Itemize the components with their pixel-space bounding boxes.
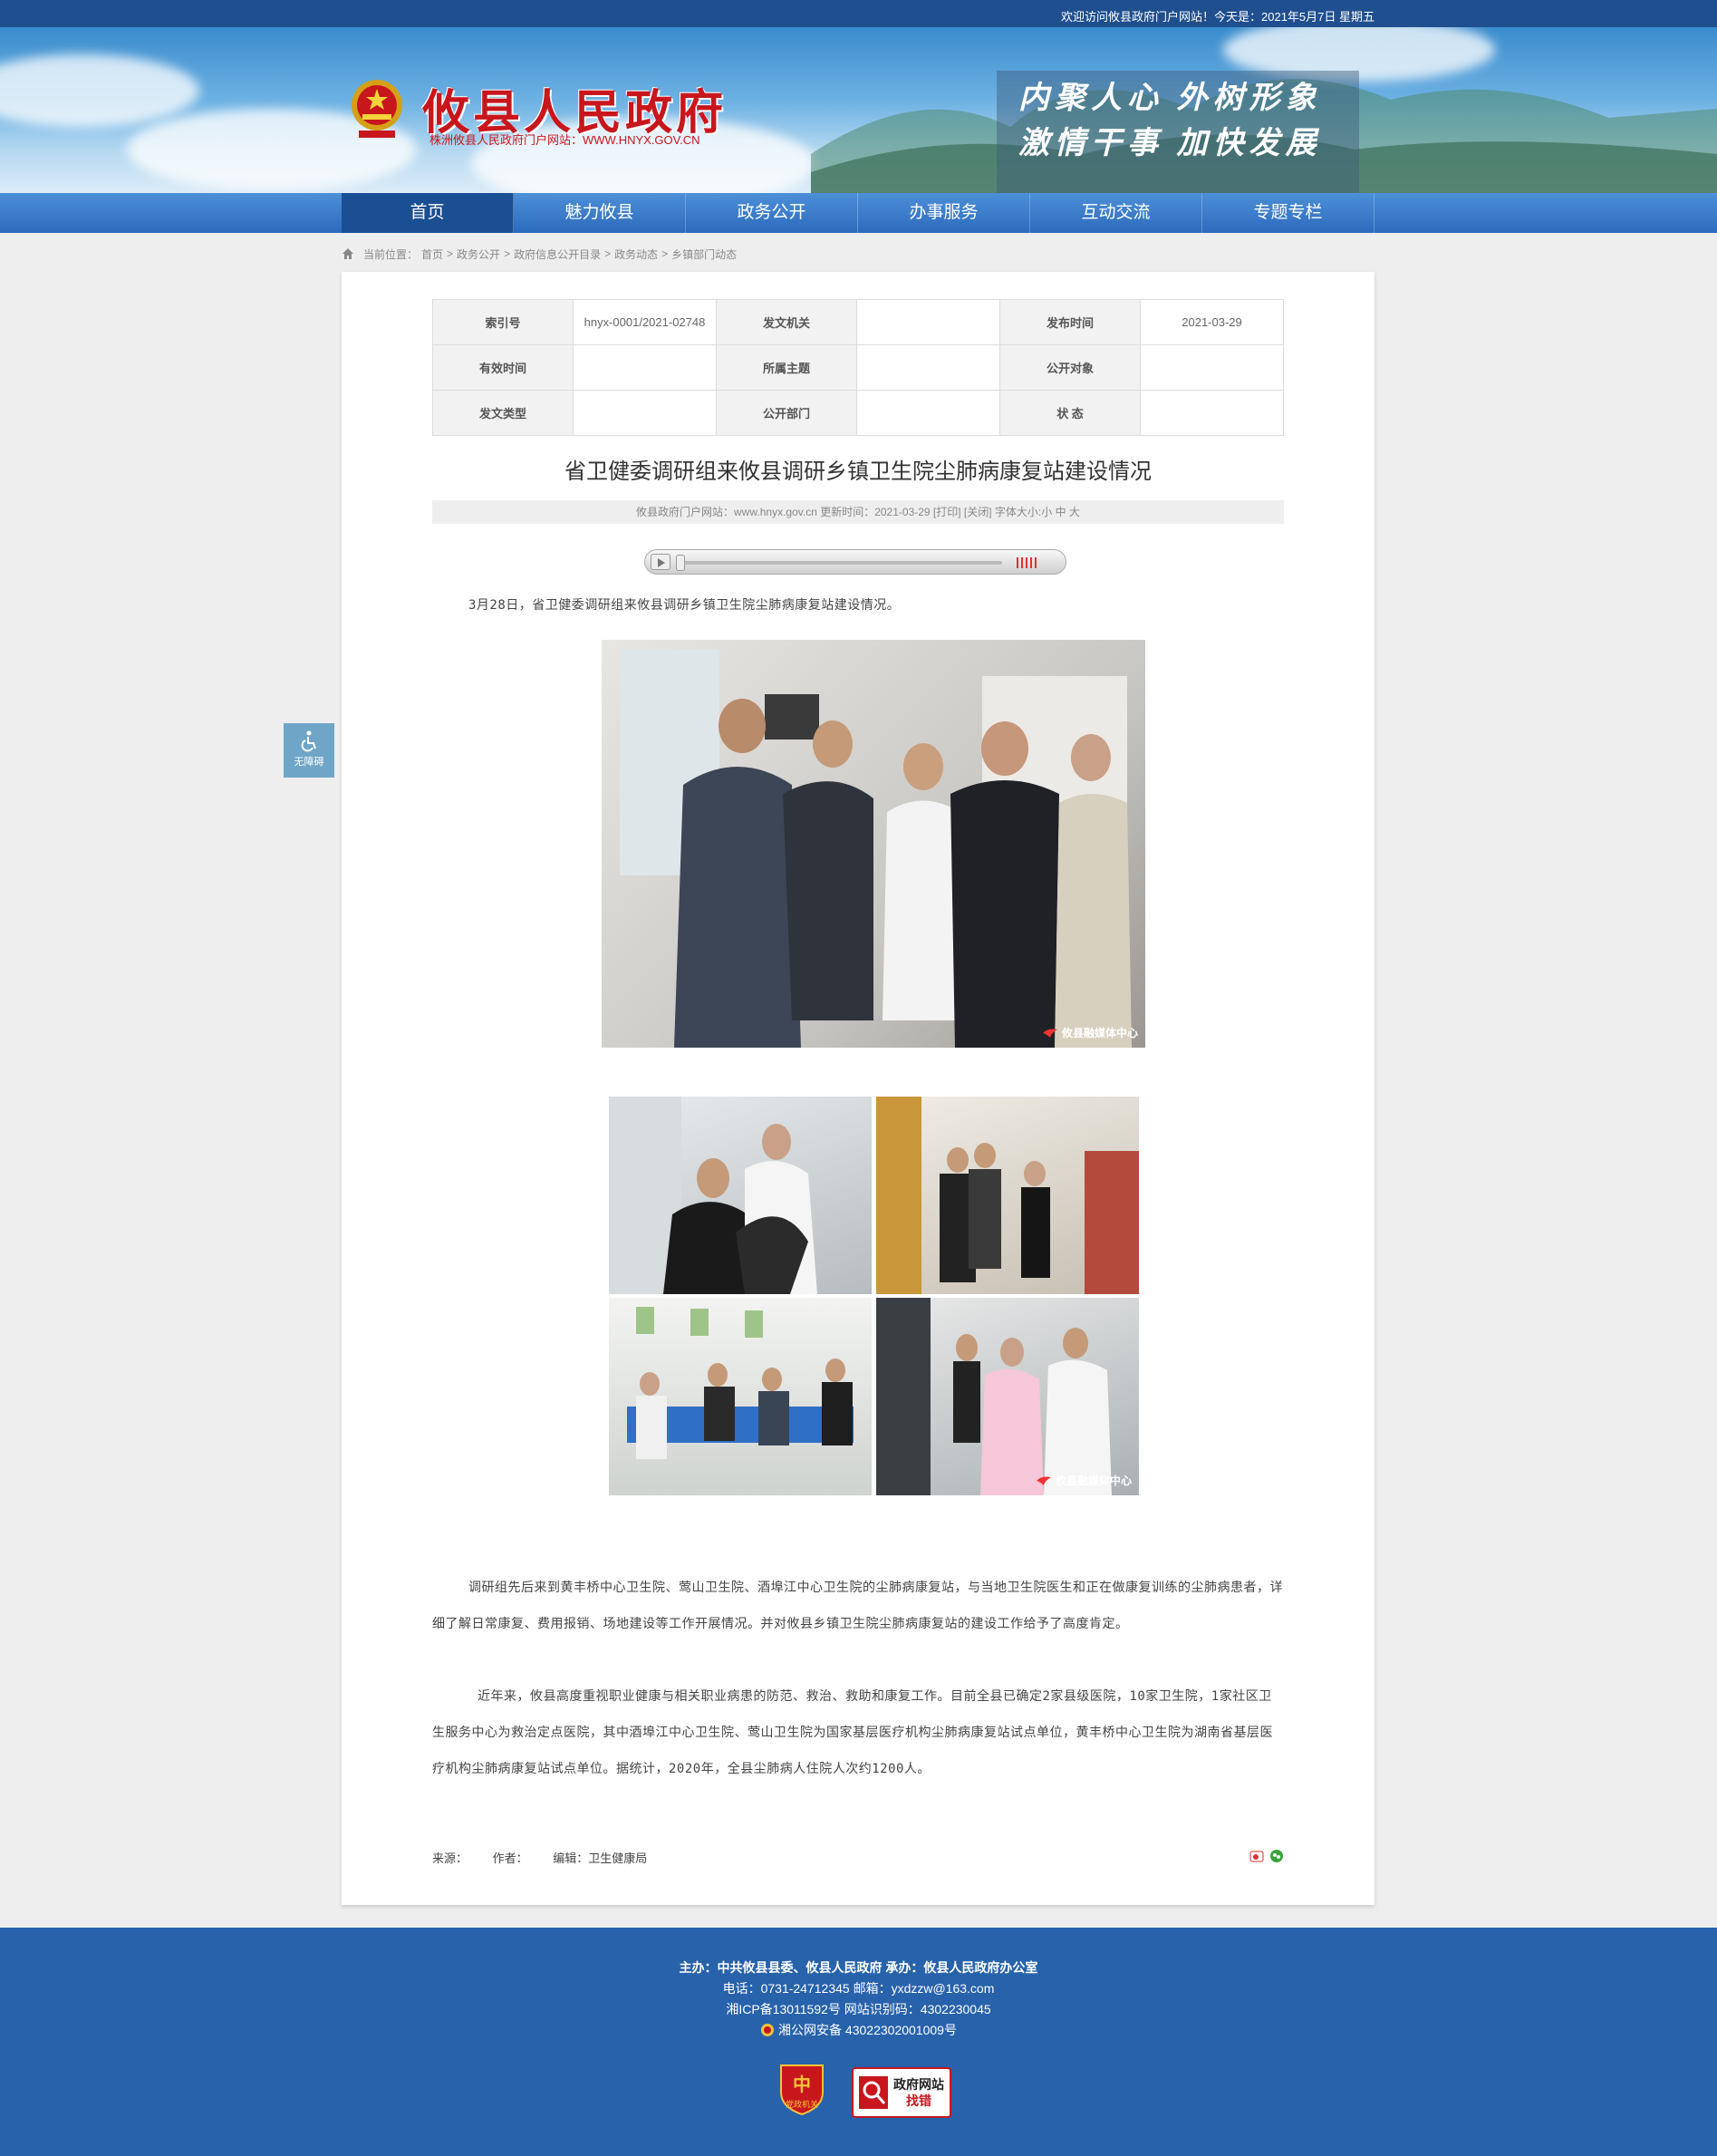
breadcrumb-sep: > [504,247,511,260]
party-gov-badge-text: 党政机关 [785,2100,818,2109]
nav-item-interaction[interactable]: 互动交流 [1030,193,1202,233]
breadcrumb-sep: > [661,247,669,260]
article-photo: 攸县融媒体中心 [602,640,1145,1048]
meta-value [1140,390,1284,436]
meta-label: 发文机关 [716,299,857,345]
nav-item-charm[interactable]: 魅力攸县 [514,193,686,233]
weibo-share-icon[interactable] [1249,1849,1264,1863]
breadcrumb-link[interactable]: 政务动态 [614,247,658,262]
meta-label: 发文类型 [432,390,574,436]
progress-track[interactable] [676,561,1002,565]
site-footer: 主办：中共攸县县委、攸县人民政府 承办：攸县人民政府办公室 电话：0731-24… [0,1928,1717,2156]
watermark-text: 攸县融媒体中心 [1055,1474,1132,1487]
accessibility-button[interactable]: 无障碍 [284,723,334,778]
gov-site-error-report-badge[interactable]: 政府网站 找错 [852,2067,951,2118]
photo-clinic-consultation [876,1298,1112,1495]
article-title: 省卫健委调研组来攸县调研乡镇卫生院尘肺病康复站建设情况 [564,459,1152,484]
footer-police-record[interactable]: 湘公网安备 43022302001009号 [0,2021,1717,2039]
police-record-text: 湘公网安备 43022302001009号 [778,2023,957,2037]
meta-value: 2021-03-29 [1140,299,1284,345]
meta-value: hnyx-0001/2021-02748 [573,299,717,345]
source-label: 来源： [432,1851,468,1865]
party-gov-badge[interactable]: 中 党政机关 [777,2062,826,2116]
site-subtitle: 株洲攸县人民政府门户网站：WWW.HNYX.GOV.CN [429,133,700,147]
article-card: 索引号 hnyx-0001/2021-02748 发文机关 发布时间 2021-… [342,272,1375,1905]
meta-label: 索引号 [432,299,574,345]
cloud-decoration [0,54,199,127]
article-paragraph: 3月28日，省卫健委调研组来攸县调研乡镇卫生院尘肺病康复站建设情况。 [468,598,901,613]
article-photo [609,1097,872,1294]
meta-value [573,344,717,391]
article-info-bar: 攸县政府门户网站：www.hnyx.gov.cn 更新时间：2021-03-29… [432,500,1284,524]
article-photo [609,1298,872,1495]
top-bar: 欢迎访问攸县政府门户网站！今天是：2021年5月7日 星期五 [0,0,1717,27]
main-nav: 首页 魅力攸县 政务公开 办事服务 互动交流 专题专栏 [0,193,1717,233]
police-badge-icon [761,2024,775,2036]
photo-people-meeting [620,649,1132,1048]
breadcrumb-link[interactable]: 政务公开 [457,247,500,262]
svg-text:中: 中 [793,2074,811,2095]
nav-item-services[interactable]: 办事服务 [858,193,1030,233]
footer-sponsor: 主办：中共攸县县委、攸县人民政府 承办：攸县人民政府办公室 [679,1960,1038,1975]
breadcrumb-link[interactable]: 乡镇部门动态 [671,247,737,262]
national-emblem-icon [352,80,402,138]
article-source-line: 来源： 作者： 编辑：卫生健康局 [432,1849,1284,1866]
photo-corridor-visit [876,1097,1139,1294]
breadcrumb-sep: > [604,247,612,260]
accessibility-label: 无障碍 [294,757,324,768]
editor-value: 卫生健康局 [588,1851,648,1865]
breadcrumb-sep: > [447,247,454,260]
media-center-logo-icon [1042,1029,1057,1038]
media-center-logo-icon [1036,1476,1051,1485]
footer-contact: 电话：0731-24712345 邮箱：yxdzzw@163.com [722,1981,995,1996]
editor-label: 编辑： [553,1851,589,1865]
article-paragraph: 调研组先后来到黄丰桥中心卫生院、莺山卫生院、酒埠江中心卫生院的尘肺病康复站，与当… [432,1581,1283,1631]
article-photo [876,1097,1139,1294]
nav-item-gov-affairs[interactable]: 政务公开 [686,193,858,233]
photo-rehab-equipment [609,1097,817,1294]
meta-label: 公开对象 [999,344,1141,391]
meta-label: 所属主题 [716,344,857,391]
slogan-line-1: 内聚人心 外树形象 [1018,82,1322,115]
slogan-line-2: 激情干事 加快发展 [1018,127,1322,160]
volume-icon[interactable] [1017,557,1037,568]
breadcrumb: 当前位置： 首页 > 政务公开 > 政府信息公开目录 > 政务动态 > 乡镇部门… [342,245,740,263]
share-buttons [1249,1849,1284,1863]
wechat-share-icon[interactable] [1269,1849,1284,1863]
meta-label: 公开部门 [716,390,857,436]
play-button[interactable] [651,554,670,570]
home-icon [342,248,353,259]
badge-line-2: 找错 [906,2093,931,2108]
meta-value [856,344,1000,391]
meta-value [856,390,1000,436]
meta-label: 状 态 [999,390,1141,436]
meta-label: 有效时间 [432,344,574,391]
metadata-table: 索引号 hnyx-0001/2021-02748 发文机关 发布时间 2021-… [432,299,1284,436]
audio-player [644,549,1066,575]
photo-watermark: 攸县融媒体中心 [1042,1025,1138,1040]
meta-value [856,299,1000,345]
breadcrumb-link[interactable]: 首页 [421,247,443,262]
nav-item-topics[interactable]: 专题专栏 [1202,193,1375,233]
magnifier-icon [859,2076,888,2109]
article-photo: 攸县融媒体中心 [876,1298,1139,1495]
meta-value [1140,344,1284,391]
breadcrumb-link[interactable]: 政府信息公开目录 [514,247,601,262]
article-paragraph: 近年来，攸县高度重视职业健康与相关职业病患的防范、救治、救助和康复工作。目前全县… [432,1689,1273,1776]
author-label: 作者： [492,1851,528,1865]
wheelchair-icon [301,730,316,752]
meta-label: 发布时间 [999,299,1141,345]
nav-item-home[interactable]: 首页 [342,193,514,233]
badge-line-1: 政府网站 [893,2077,944,2092]
photo-watermark: 攸县融媒体中心 [1036,1473,1132,1488]
photo-exercise-class [627,1307,854,1459]
welcome-text: 欢迎访问攸县政府门户网站！今天是：2021年5月7日 星期五 [1061,10,1375,24]
footer-icp[interactable]: 湘ICP备13011592号 网站识别码：4302230045 [0,2000,1717,2018]
breadcrumb-prefix: 当前位置： [363,247,419,261]
meta-value [573,390,717,436]
header-banner: 攸县人民政府 株洲攸县人民政府门户网站：WWW.HNYX.GOV.CN 内聚人心… [0,27,1717,193]
watermark-text: 攸县融媒体中心 [1061,1027,1138,1039]
progress-handle[interactable] [676,555,685,571]
